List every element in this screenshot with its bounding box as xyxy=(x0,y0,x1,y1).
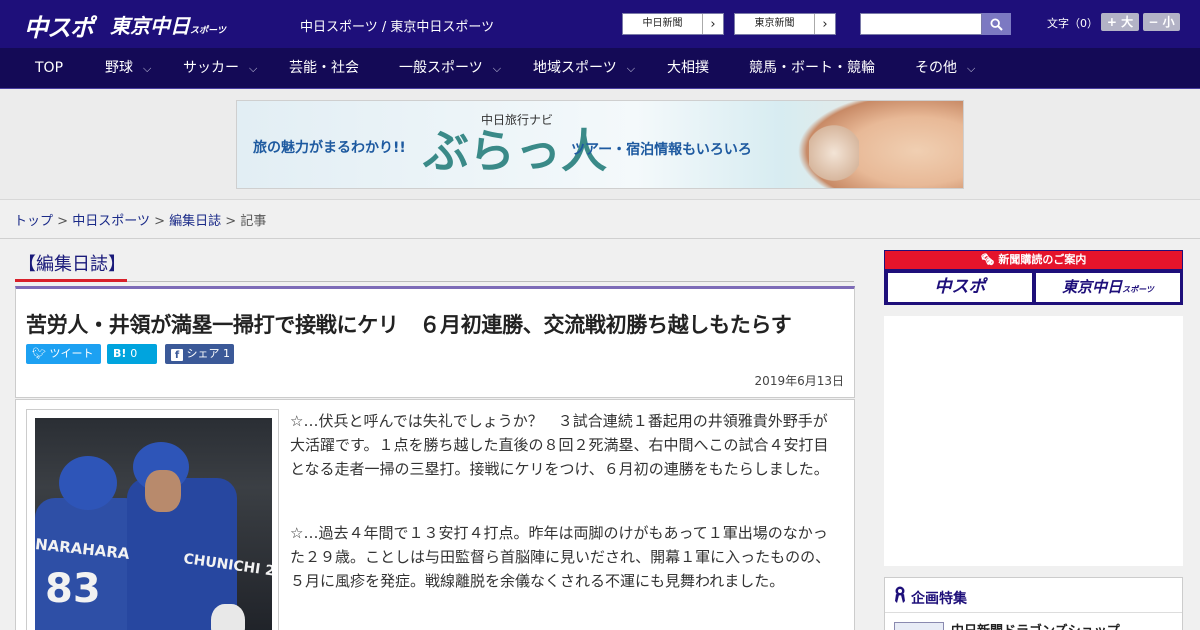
subscribe-chuspo-button[interactable]: 中スポ xyxy=(888,273,1032,302)
article-photo[interactable]: NARAHARA 83 CHUNICHI 20 xyxy=(35,418,272,630)
tweet-label: ツイート xyxy=(49,347,94,360)
subscribe-tokyo-chunichi-button[interactable]: 東京中日スポーツ xyxy=(1036,273,1180,302)
chevron-down-icon: ⌵ xyxy=(967,62,976,75)
article-paragraph: ☆…伏兵と呼んでは失礼でしょうか？ ３試合連続１番起用の井領雅貴外野手が大活躍で… xyxy=(290,412,829,478)
facebook-share-label: シェア xyxy=(186,347,220,360)
chevron-down-icon: ⌵ xyxy=(626,62,636,75)
category-heading: 【編集日誌】 xyxy=(18,254,126,275)
article-body: NARAHARA 83 CHUNICHI 20 ☆…伏兵と呼んでは失礼でしょうか… xyxy=(15,399,855,630)
nav-item-soccer[interactable]: サッカー ⌵ xyxy=(183,48,257,89)
nav-label: TOP xyxy=(35,60,64,76)
chevron-down-icon: ⌵ xyxy=(143,62,152,75)
dragons-shop-thumbnail[interactable] xyxy=(894,622,944,630)
photo-player-face xyxy=(145,470,181,512)
photo-batting-glove xyxy=(211,604,245,630)
sidebar-ad-slot xyxy=(884,316,1183,566)
feature-box: 企画特集 中日新聞ドラゴンズショップ xyxy=(884,577,1183,630)
category-underline xyxy=(15,279,127,282)
travel-ad-banner[interactable]: 旅の魅力がまるわかり!! 中日旅行ナビ ぶらっ人 ツアー・宿泊情報もいろいろ xyxy=(236,100,964,189)
tokyo-chunichi-logo[interactable]: 東京中日スポーツ xyxy=(110,10,226,42)
nav-label: その他 xyxy=(915,60,957,76)
divider xyxy=(0,238,1200,239)
ad-tagline-left: 旅の魅力がまるわかり!! xyxy=(253,140,406,156)
facebook-share-count: 1 xyxy=(223,347,230,360)
nav-item-general-sports[interactable]: 一般スポーツ ⌵ xyxy=(399,48,501,89)
feature-title: 企画特集 xyxy=(911,591,967,607)
breadcrumb-sep: > xyxy=(57,214,69,229)
chunichi-shimbun-link[interactable]: 中日新聞 › xyxy=(622,13,724,35)
nav-item-sumo[interactable]: 大相撲 xyxy=(667,48,709,89)
feature-header: 企画特集 xyxy=(885,578,1182,613)
nav-label: サッカー xyxy=(183,60,239,76)
nav-item-baseball[interactable]: 野球 ⌵ xyxy=(105,48,151,89)
nav-label: 競馬・ボート・競輪 xyxy=(749,60,875,76)
chevron-down-icon: ⌵ xyxy=(249,62,258,75)
subscription-heading: 🗞︎ 新聞購読のご案内 xyxy=(885,251,1182,269)
newspaper-icon: 🗞︎ xyxy=(980,253,999,266)
site-title: 中日スポーツ / 東京中日スポーツ xyxy=(300,20,495,35)
nav-label: 大相撲 xyxy=(667,60,709,76)
ribbon-icon xyxy=(895,586,905,603)
search-button[interactable] xyxy=(982,13,1011,35)
breadcrumb-sep: > xyxy=(154,214,165,229)
facebook-share-button[interactable]: f シェア 1 xyxy=(165,344,234,364)
subscribe-tokyo-sub: スポーツ xyxy=(1122,285,1154,294)
breadcrumb-sep: > xyxy=(225,214,237,229)
divider xyxy=(127,281,854,282)
breadcrumb-chunichi-sports[interactable]: 中日スポーツ xyxy=(72,214,150,229)
subscription-heading-text: 新聞購読のご案内 xyxy=(998,253,1087,266)
nav-label: 一般スポーツ xyxy=(399,60,483,76)
search-icon xyxy=(990,18,1003,31)
search-input[interactable] xyxy=(860,13,982,35)
photo-helmet-left xyxy=(59,456,117,510)
feature-item-dragons-shop[interactable]: 中日新聞ドラゴンズショップ xyxy=(951,620,1120,630)
article-header: 苦労人・井領が満塁一掃打で接戦にケリ ６月初連勝、交流戦初勝ち越しもたらす 🐦︎… xyxy=(15,286,855,398)
chevron-right-icon: › xyxy=(822,16,828,32)
breadcrumb-editorial[interactable]: 編集日誌 xyxy=(169,214,221,229)
tokyo-logo-sub: スポーツ xyxy=(190,26,226,36)
nav-item-racing[interactable]: 競馬・ボート・競輪 xyxy=(749,48,875,89)
nav-item-others[interactable]: その他 ⌵ xyxy=(915,48,975,89)
breadcrumb-top[interactable]: トップ xyxy=(14,214,53,229)
subscribe-tokyo-text: 東京中日 xyxy=(1062,278,1123,296)
paper-link-label: 東京新聞 xyxy=(735,14,815,34)
hatena-count: 0 xyxy=(130,347,138,360)
tweet-button[interactable]: 🐦︎ ツイート xyxy=(26,344,101,364)
tokyo-logo-text: 東京中日 xyxy=(110,14,190,38)
hatena-icon: B! xyxy=(113,347,127,360)
tokyo-shimbun-link[interactable]: 東京新聞 › xyxy=(734,13,836,35)
nav-label: 地域スポーツ xyxy=(533,60,617,76)
ad-tagline-right: ツアー・宿泊情報もいろいろ xyxy=(571,142,752,158)
subscription-box: 🗞︎ 新聞購読のご案内 中スポ 東京中日スポーツ xyxy=(884,250,1183,305)
breadcrumb: トップ > 中日スポーツ > 編集日誌 > 記事 xyxy=(14,210,266,229)
ad-shell-image xyxy=(809,123,859,183)
main-nav: TOP 野球 ⌵ サッカー ⌵ 芸能・社会 一般スポーツ ⌵ 地域スポーツ ⌵ 大相撲 … xyxy=(0,48,1200,89)
facebook-icon: f xyxy=(171,349,183,361)
nav-item-local-sports[interactable]: 地域スポーツ ⌵ xyxy=(533,48,635,89)
chevron-right-icon: › xyxy=(710,16,716,32)
site-header: 中スポ 東京中日スポーツ 中日スポーツ / 東京中日スポーツ 中日新聞 › 東京… xyxy=(0,0,1200,48)
nav-item-entertainment[interactable]: 芸能・社会 xyxy=(289,48,359,89)
article-paragraph: ☆…過去４年間で１３安打４打点。昨年は両脚のけがもあって１軍出場のなかった２９歳… xyxy=(290,524,831,590)
nav-item-top[interactable]: TOP xyxy=(35,48,63,89)
chuspo-logo[interactable]: 中スポ xyxy=(24,8,94,42)
breadcrumb-current: 記事 xyxy=(240,214,267,229)
hatena-bookmark-button[interactable]: B! 0 xyxy=(107,344,157,364)
banner-area: 旅の魅力がまるわかり!! 中日旅行ナビ ぶらっ人 ツアー・宿泊情報もいろいろ xyxy=(0,89,1200,200)
article-photo-frame: NARAHARA 83 CHUNICHI 20 xyxy=(26,409,279,630)
paper-link-label: 中日新聞 xyxy=(623,14,703,34)
article-title: 苦労人・井領が満塁一掃打で接戦にケリ ６月初連勝、交流戦初勝ち越しもたらす xyxy=(26,313,792,337)
photo-jersey-number: 20 xyxy=(263,562,272,582)
chevron-down-icon: ⌵ xyxy=(492,62,502,75)
twitter-icon: 🐦︎ xyxy=(32,347,50,360)
font-increase-button[interactable]: + 大 xyxy=(1101,13,1139,31)
photo-back-number: 83 xyxy=(45,566,101,612)
nav-label: 芸能・社会 xyxy=(289,60,359,76)
nav-label: 野球 xyxy=(105,60,133,76)
font-size-label: 文字（0） xyxy=(1047,17,1098,30)
font-decrease-button[interactable]: − 小 xyxy=(1143,13,1180,31)
article-date: 2019年6月13日 xyxy=(754,374,844,388)
